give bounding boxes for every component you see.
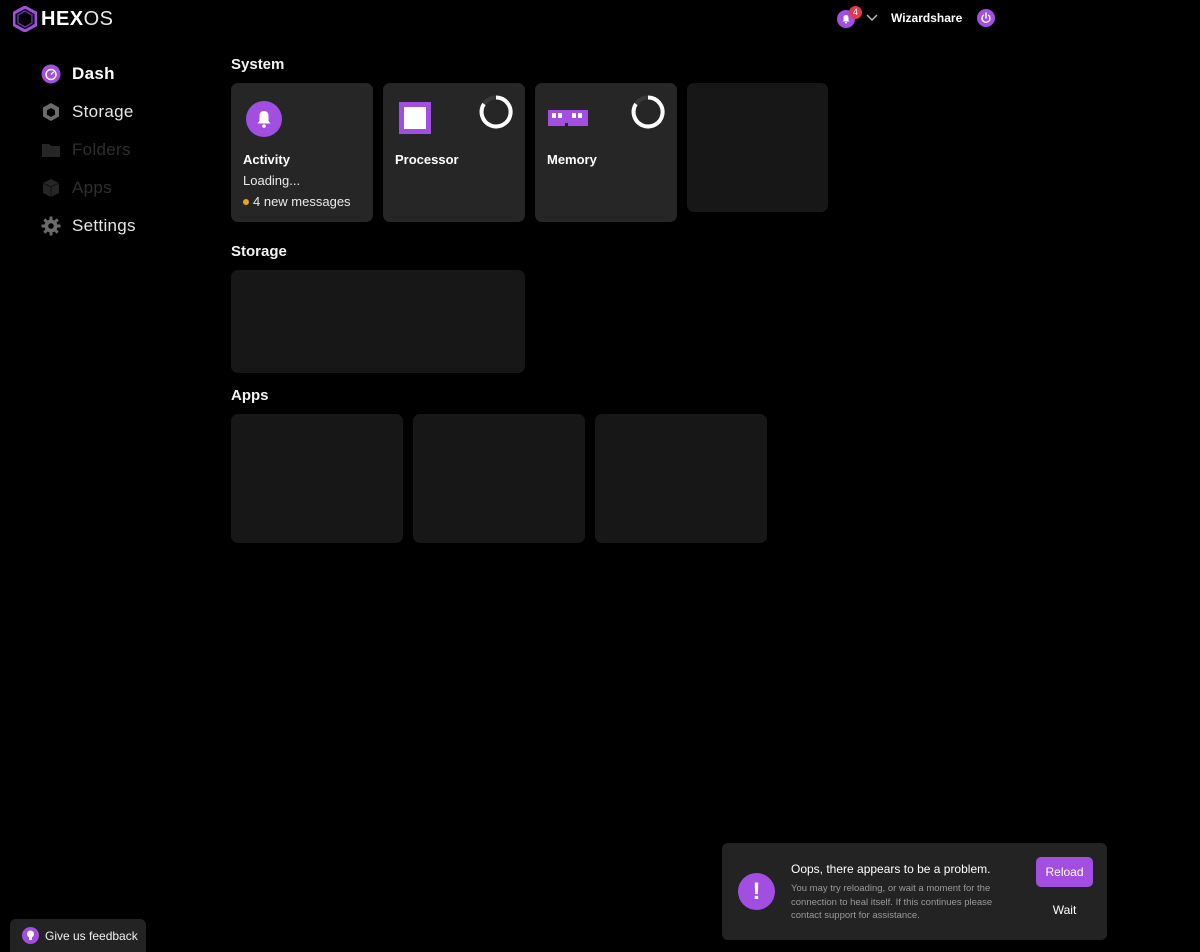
logo-light: OS <box>83 7 114 30</box>
gear-icon <box>41 216 61 236</box>
notifications-button[interactable]: 4 <box>835 6 862 29</box>
processor-label: Processor <box>395 152 459 167</box>
activity-status: Loading... <box>243 173 301 188</box>
loading-spinner-icon <box>479 95 513 129</box>
loading-spinner-icon <box>631 95 665 129</box>
activity-messages-text: 4 new messages <box>253 194 351 209</box>
sidebar-item-settings[interactable]: Settings <box>41 207 136 245</box>
toast-title: Oops, there appears to be a problem. <box>791 862 991 876</box>
power-icon <box>981 12 991 24</box>
processor-icon <box>399 102 431 139</box>
folder-icon <box>41 140 61 160</box>
sidebar-item-apps[interactable]: Apps <box>41 169 136 207</box>
sidebar-item-label: Dash <box>72 64 115 83</box>
hexos-logo[interactable]: HEXOS <box>13 6 114 32</box>
cube-icon <box>41 178 61 198</box>
logo-bold: HEX <box>41 7 84 30</box>
storage-placeholder-card <box>231 270 525 373</box>
section-title-system: System <box>231 56 285 73</box>
status-dot <box>243 198 249 205</box>
logo-text: HEXOS <box>41 8 114 31</box>
app-placeholder-card <box>231 414 403 543</box>
sidebar-item-folders[interactable]: Folders <box>41 131 136 169</box>
chevron-down-icon[interactable] <box>865 11 879 25</box>
hexagon-logo-icon <box>13 6 37 32</box>
exclamation-icon: ! <box>738 873 775 910</box>
notification-count-badge: 4 <box>849 6 862 19</box>
placeholder-card <box>687 83 828 212</box>
sidebar-item-storage[interactable]: Storage <box>41 93 136 131</box>
wait-button[interactable]: Wait <box>1036 896 1093 924</box>
activity-label: Activity <box>243 152 290 167</box>
sidebar-item-label: Folders <box>72 140 131 159</box>
connection-error-toast: ! Oops, there appears to be a problem. Y… <box>722 843 1107 940</box>
username-label[interactable]: Wizardshare <box>891 11 962 25</box>
activity-card[interactable]: Activity Loading... 4 new messages <box>231 83 373 222</box>
app-placeholder-card <box>413 414 585 543</box>
lightbulb-icon <box>22 927 39 944</box>
dashboard-icon <box>41 64 61 84</box>
sidebar-item-label: Settings <box>72 216 136 235</box>
memory-icon <box>548 110 588 132</box>
reload-button[interactable]: Reload <box>1036 857 1093 887</box>
feedback-button[interactable]: Give us feedback <box>10 919 146 952</box>
section-title-storage: Storage <box>231 243 287 260</box>
memory-label: Memory <box>547 152 597 167</box>
processor-card[interactable]: Processor <box>383 83 525 222</box>
sidebar-item-dash[interactable]: Dash <box>41 55 136 93</box>
bell-icon <box>246 101 282 137</box>
app-placeholder-card <box>595 414 767 543</box>
top-bar: 4 Wizardshare <box>835 6 996 30</box>
memory-card[interactable]: Memory <box>535 83 677 222</box>
toast-body: You may try reloading, or wait a moment … <box>791 883 993 921</box>
sidebar-item-label: Storage <box>72 102 134 121</box>
section-title-apps: Apps <box>231 387 269 404</box>
sidebar: Dash Storage Folders Apps Settings <box>41 55 136 245</box>
sidebar-item-label: Apps <box>72 178 112 197</box>
feedback-label: Give us feedback <box>45 928 138 943</box>
hexagon-icon <box>41 102 61 122</box>
activity-messages: 4 new messages <box>243 194 351 209</box>
power-button[interactable] <box>977 9 996 27</box>
